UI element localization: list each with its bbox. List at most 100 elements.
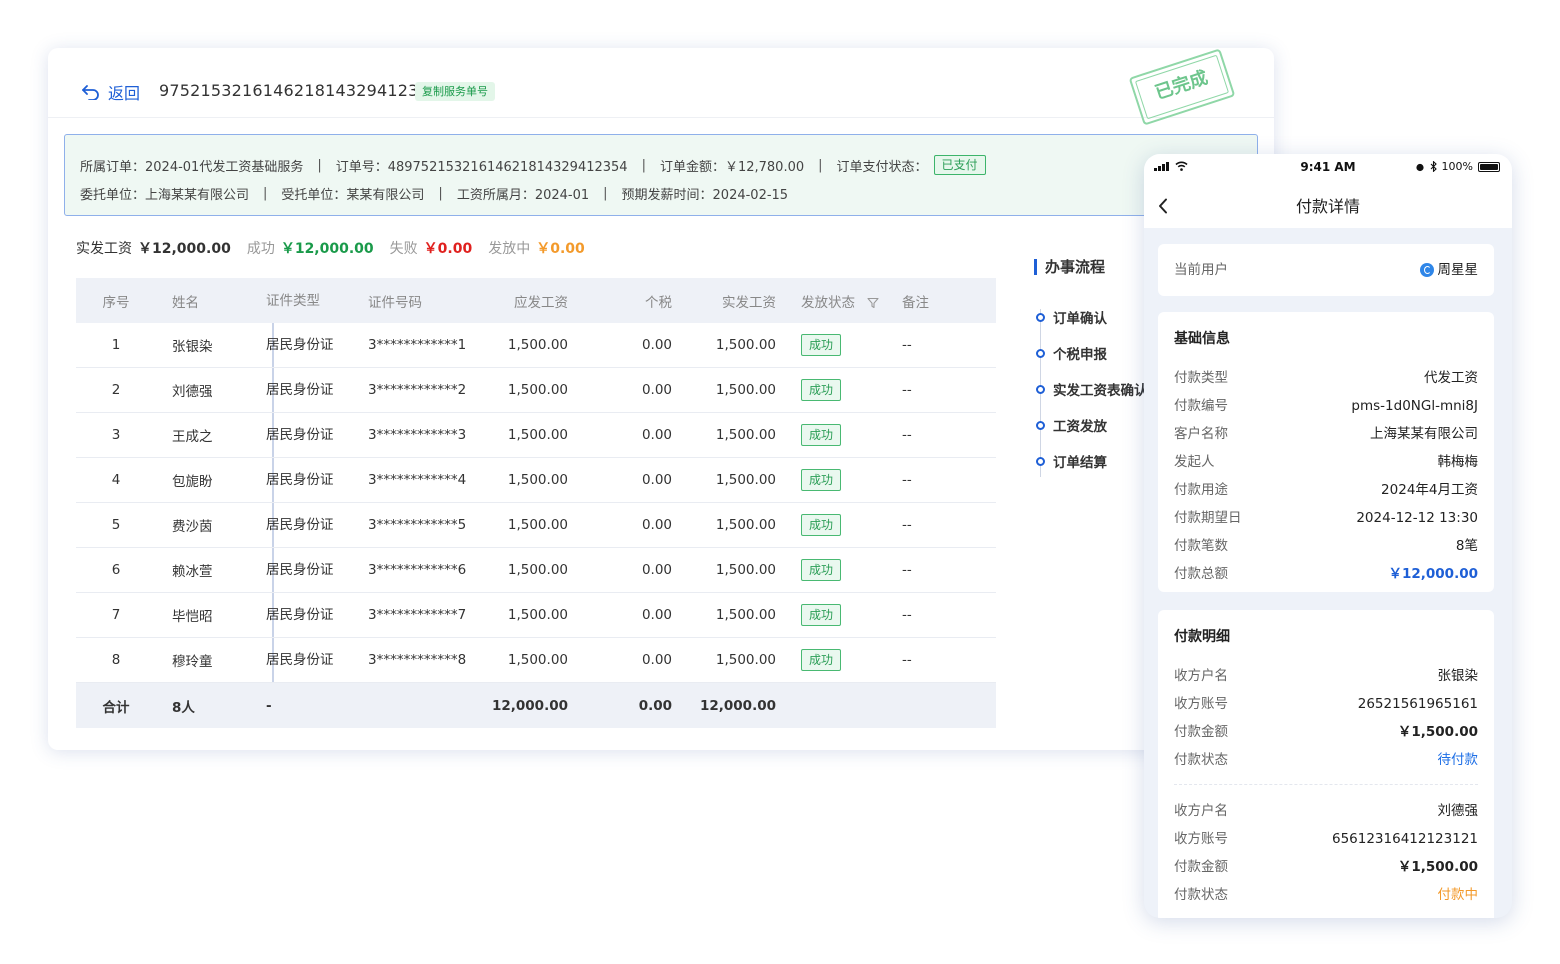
- detail-key: 收方户名: [1174, 668, 1228, 684]
- basic-value: pms-1d0NGl-mni8J: [1351, 398, 1478, 414]
- status-badge: 成功: [801, 424, 842, 446]
- paid-status-badge: 已支付: [933, 155, 986, 175]
- current-user-card: 当前用户 周星星: [1158, 244, 1494, 296]
- success-label: 成功: [246, 241, 275, 257]
- workflow-steps: 订单确认 个税申报 实发工资表确认 工资发放 订单结算: [1036, 299, 1148, 479]
- basic-key: 付款总额: [1174, 566, 1228, 582]
- service-order-number: 975215321614621814329412354: [159, 81, 440, 100]
- cell-net: 1,500.00: [715, 517, 776, 533]
- basic-value: 8笔: [1455, 538, 1478, 554]
- detail-row: 收方账号 26521561965161: [1174, 690, 1478, 718]
- payment-detail-title: 付款明细: [1174, 629, 1230, 645]
- detail-status-processing: 付款中: [1437, 887, 1479, 903]
- detail-status-pending: 待付款: [1437, 752, 1479, 768]
- cell-tax: 0.00: [641, 517, 672, 533]
- expected-pay-date: 预期发薪时间：2024-02-15: [621, 187, 789, 203]
- basic-info-title: 基础信息: [1174, 331, 1230, 347]
- detail-row: 收方户名 张银染: [1174, 662, 1478, 690]
- cell-status: 成功: [801, 469, 842, 491]
- completed-stamp: 已完成: [1128, 48, 1236, 126]
- current-user[interactable]: 周星星: [1419, 256, 1479, 284]
- status-badge: 成功: [801, 604, 842, 626]
- cell-index: 4: [111, 472, 121, 488]
- cell-gross: 1,500.00: [507, 607, 568, 623]
- payment-detail-item: 收方户名 刘德强 收方账号 65612316412123121 付款金额 ￥1,500…: [1174, 797, 1478, 909]
- basic-row: 付款类型 代发工资: [1174, 364, 1478, 392]
- order-detail-panel: 返回 975215321614621814329412354 复制服务单号 已完…: [48, 48, 1274, 750]
- th-tax: 个税: [645, 294, 672, 311]
- payout-summary: 实发工资 ￥12,000.00 成功 ￥12,000.00 失败 ￥0.00 发…: [76, 238, 585, 258]
- cell-id-number: 3************6: [368, 562, 467, 578]
- cell-id-type-text: 居民身份证: [266, 382, 334, 398]
- basic-key: 发起人: [1174, 454, 1215, 470]
- step-dot-icon: [1036, 348, 1045, 358]
- copy-order-number-button[interactable]: 复制服务单号: [415, 82, 495, 101]
- cell-net: 1,500.00: [715, 427, 776, 443]
- battery-icon: [1478, 161, 1500, 172]
- back-chevron-icon[interactable]: [1158, 198, 1168, 214]
- workflow-step: 订单确认: [1036, 299, 1148, 335]
- workflow-title-text: 办事流程: [1045, 258, 1106, 276]
- basic-row: 发起人 韩梅梅: [1174, 448, 1478, 476]
- basic-row: 付款期望日 2024-12-12 13:30: [1174, 504, 1478, 532]
- cell-note: --: [902, 517, 912, 533]
- detail-value: 65612316412123121: [1331, 831, 1478, 847]
- bluetooth-icon: [1430, 161, 1437, 172]
- basic-key: 付款笔数: [1174, 538, 1228, 554]
- total-count: 8人: [172, 699, 195, 716]
- cell-status: 成功: [801, 559, 842, 581]
- cell-status: 成功: [801, 514, 842, 536]
- real-salary-value: ￥12,000.00: [138, 241, 231, 257]
- step-dot-icon: [1036, 420, 1045, 430]
- workflow-step: 个税申报: [1036, 335, 1148, 371]
- detail-row: 付款状态 付款中: [1174, 881, 1478, 909]
- mobile-payment-detail: 9:41 AM 100% 付款详情 当前用户 周星星 基础信息 付款类型 代发工资…: [1144, 154, 1512, 918]
- basic-value: 韩梅梅: [1437, 454, 1479, 470]
- cell-status: 成功: [801, 334, 842, 356]
- status-badge: 成功: [801, 469, 842, 491]
- cell-net: 1,500.00: [715, 337, 776, 353]
- stamp-text: 已完成: [1152, 67, 1211, 104]
- detail-key: 收方账号: [1174, 831, 1228, 847]
- cell-id-type: 居民身份证: [266, 603, 350, 627]
- back-label[interactable]: 返回: [108, 80, 140, 104]
- status-badge: 成功: [801, 514, 842, 536]
- basic-row: 付款总额 ￥12,000.00: [1174, 560, 1478, 588]
- th-id-type: 证件类型: [266, 289, 350, 313]
- table-row: 1 张银染 居民身份证 3************1 1,500.00 0.00…: [76, 323, 996, 368]
- status-badge: 成功: [801, 649, 842, 671]
- cell-id-type-text: 居民身份证: [266, 607, 334, 623]
- cell-note: --: [902, 472, 912, 488]
- detail-divider: [1174, 784, 1478, 785]
- user-avatar-icon: [1419, 263, 1434, 277]
- table-header: 序号 姓名 证件类型 证件号码 应发工资 个税 实发工资 发放状态 备注: [76, 278, 996, 323]
- table-total-row: 合计 8人 - 12,000.00 0.00 12,000.00: [76, 683, 996, 728]
- table-row: 4 包旎盼 居民身份证 3************4 1,500.00 0.00…: [76, 458, 996, 503]
- cell-id-type: 居民身份证: [266, 468, 350, 492]
- table-row: 7 毕恺昭 居民身份证 3************7 1,500.00 0.00…: [76, 593, 996, 638]
- cell-id-number: 3************4: [368, 472, 467, 488]
- detail-row: 收方账号 65612316412123121: [1174, 825, 1478, 853]
- cell-id-type-text: 居民身份证: [266, 337, 334, 353]
- th-note: 备注: [902, 294, 929, 311]
- filter-icon[interactable]: [867, 297, 879, 309]
- success-value: ￥12,000.00: [280, 241, 374, 257]
- workflow-step: 实发工资表确认: [1036, 371, 1148, 407]
- back-button[interactable]: 返回: [82, 80, 140, 104]
- cell-index: 2: [111, 382, 121, 398]
- th-status[interactable]: 发放状态: [801, 291, 879, 311]
- detail-row: 收方户名 刘德强: [1174, 797, 1478, 825]
- table-body: 1 张银染 居民身份证 3************1 1,500.00 0.00…: [76, 323, 996, 683]
- cell-note: --: [902, 427, 912, 443]
- cell-name: 刘德强: [172, 384, 213, 400]
- current-user-name: 周星星: [1437, 262, 1479, 278]
- real-salary-label: 实发工资: [76, 241, 132, 257]
- workflow-title: 办事流程: [1034, 256, 1148, 277]
- current-user-row: 当前用户 周星星: [1174, 256, 1478, 284]
- cell-id-type: 居民身份证: [266, 378, 350, 402]
- status-badge: 成功: [801, 379, 842, 401]
- pending-label: 发放中: [488, 241, 531, 257]
- detail-key: 付款金额: [1174, 859, 1228, 875]
- cell-net: 1,500.00: [715, 607, 776, 623]
- cell-name: 张银染: [172, 339, 213, 355]
